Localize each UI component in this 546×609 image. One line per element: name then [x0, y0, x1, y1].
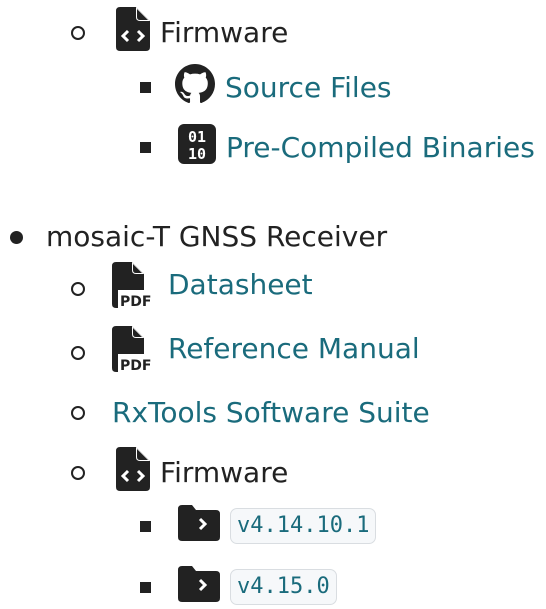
- source-files-link[interactable]: Source Files: [225, 71, 392, 104]
- list-bullet-circle: [71, 346, 85, 360]
- list-bullet-circle: [71, 466, 85, 480]
- binary-icon: 01 10: [178, 123, 216, 171]
- list-item-source-files[interactable]: Source Files: [175, 63, 392, 111]
- list-item-binaries[interactable]: 01 10 Pre-Compiled Binaries: [178, 123, 535, 171]
- receiver-label: mosaic-T GNSS Receiver: [46, 219, 388, 253]
- list-item-reference-manual[interactable]: PDF Reference Manual: [112, 325, 420, 374]
- list-bullet-circle: [71, 282, 85, 296]
- list-item-datasheet[interactable]: PDF Datasheet: [112, 261, 313, 310]
- rxtools-link[interactable]: RxTools Software Suite: [112, 396, 430, 429]
- list-item-version[interactable]: v4.15.0: [178, 565, 337, 609]
- svg-text:PDF: PDF: [120, 358, 151, 372]
- list-item-receiver: mosaic-T GNSS Receiver: [46, 214, 387, 258]
- firmware-label: Firmware: [160, 15, 289, 49]
- svg-text:01: 01: [188, 128, 206, 146]
- list-bullet-circle: [71, 26, 85, 40]
- reference-manual-link[interactable]: Reference Manual: [168, 332, 420, 365]
- list-item-rxtools[interactable]: RxTools Software Suite: [112, 390, 430, 434]
- list-bullet-square: [140, 582, 151, 593]
- version-tag[interactable]: v4.15.0: [230, 569, 337, 605]
- list-item-version[interactable]: v4.14.10.1: [178, 504, 377, 548]
- git-tag-icon: [178, 504, 220, 548]
- list-item-firmware: Firmware: [112, 446, 289, 494]
- file-code-icon: [112, 6, 150, 58]
- pdf-file-icon: PDF: [112, 261, 152, 315]
- list-item-firmware: Firmware: [112, 6, 289, 54]
- list-bullet-square: [140, 82, 151, 93]
- svg-text:10: 10: [188, 145, 206, 163]
- pdf-file-icon: PDF: [112, 325, 152, 379]
- version-tag[interactable]: v4.14.10.1: [230, 508, 377, 544]
- firmware-label: Firmware: [160, 455, 289, 489]
- binaries-link[interactable]: Pre-Compiled Binaries: [226, 131, 535, 164]
- git-tag-icon: [178, 565, 220, 609]
- list-bullet-disc: [10, 231, 23, 244]
- list-bullet-square: [140, 521, 151, 532]
- datasheet-link[interactable]: Datasheet: [168, 268, 313, 301]
- file-code-icon: [112, 446, 150, 498]
- list-bullet-circle: [71, 406, 85, 420]
- svg-text:PDF: PDF: [120, 294, 151, 308]
- github-icon: [175, 63, 215, 111]
- list-bullet-square: [140, 142, 151, 153]
